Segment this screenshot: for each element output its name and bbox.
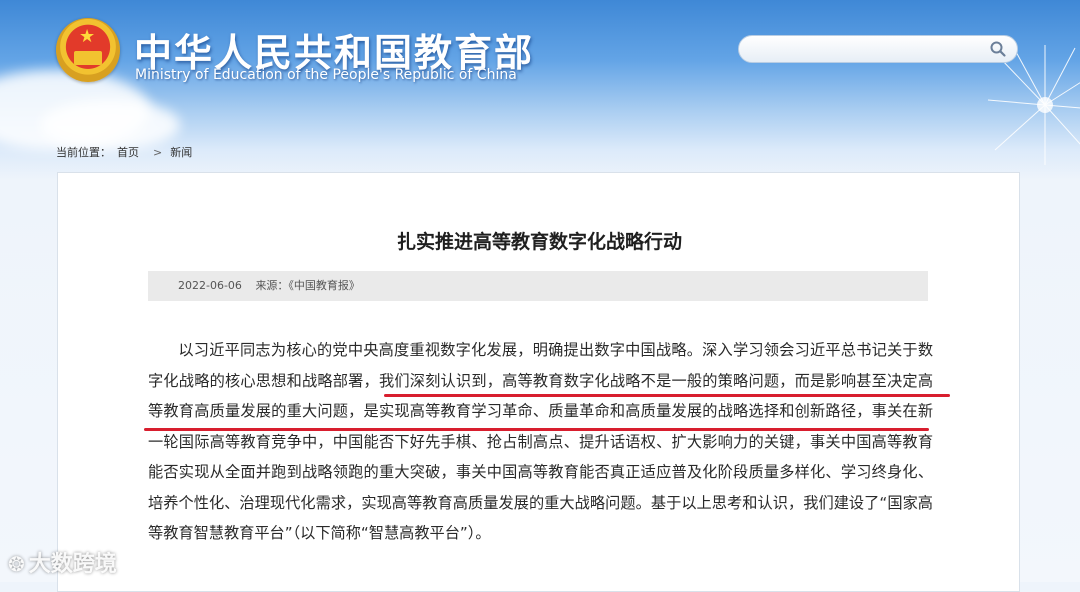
cloud-decoration [40, 100, 180, 150]
breadcrumb-separator: > [153, 146, 163, 159]
article-panel: 扎实推进高等教育数字化战略行动 2022-06-06 来源：《中国教育报》 以习… [57, 172, 1020, 592]
breadcrumb-prefix: 当前位置： [56, 146, 111, 159]
watermark: ❂ 大数跨境 [8, 546, 117, 578]
article-meta-bar: 2022-06-06 来源：《中国教育报》 [148, 271, 928, 301]
watermark-text: 大数跨境 [28, 552, 117, 577]
highlight-underline [384, 394, 950, 397]
highlight-underline [144, 428, 929, 431]
search-icon[interactable] [989, 40, 1007, 58]
search-input[interactable] [753, 37, 997, 63]
search-box [738, 35, 1018, 63]
article-body: 以习近平同志为核心的党中央高度重视数字化发展，明确提出数字中国战略。深入学习领会… [148, 341, 933, 542]
breadcrumb: 当前位置： 首页 > 新闻 [56, 144, 198, 160]
breadcrumb-news-link[interactable]: 新闻 [170, 146, 192, 159]
site-subtitle: Ministry of Education of the People's Re… [135, 67, 517, 83]
article-title: 扎实推进高等教育数字化战略行动 [396, 231, 682, 253]
watermark-logo-icon: ❂ [8, 552, 25, 576]
article-date: 2022-06-06 [178, 279, 242, 292]
breadcrumb-home-link[interactable]: 首页 [117, 146, 139, 159]
article-source: 来源：《中国教育报》 [255, 279, 360, 292]
national-emblem-icon: ★ [56, 18, 120, 82]
